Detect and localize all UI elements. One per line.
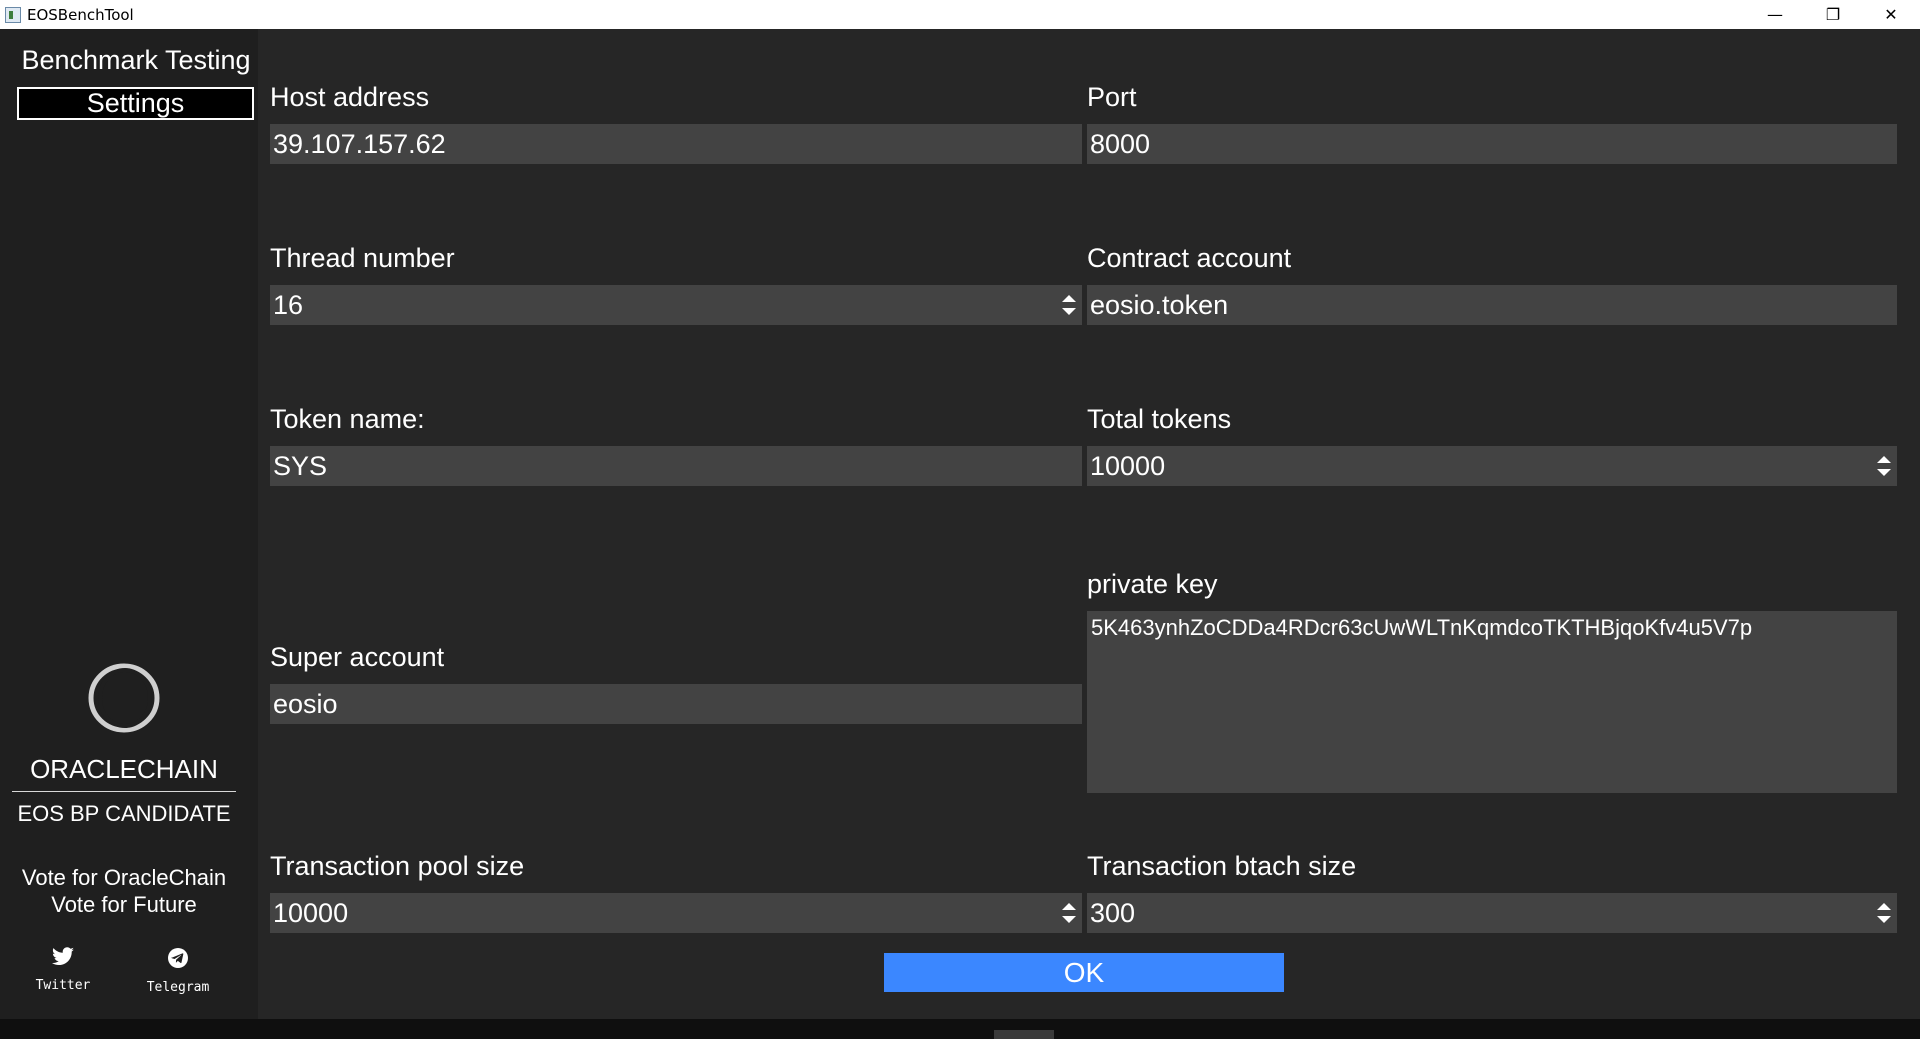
- port-input[interactable]: 8000: [1087, 124, 1897, 164]
- twitter-link[interactable]: Twitter: [18, 947, 108, 993]
- nav-benchmark-testing[interactable]: Benchmark Testing: [18, 45, 254, 75]
- private-key-label: private key: [1087, 569, 1218, 599]
- twitter-label: Twitter: [35, 978, 91, 993]
- contract-account-input[interactable]: eosio.token: [1087, 285, 1897, 325]
- transaction-pool-size-value: 10000: [273, 898, 349, 928]
- total-tokens-value: 10000: [1090, 451, 1166, 481]
- brand-name: ORACLECHAIN: [30, 754, 218, 784]
- transaction-batch-size-stepper[interactable]: [1871, 893, 1897, 933]
- vote-slogan-1: Vote for OracleChain: [21, 865, 227, 890]
- thread-number-stepper[interactable]: [1056, 285, 1082, 325]
- spin-down-icon[interactable]: [1062, 916, 1076, 923]
- vote-slogan-2: Vote for Future: [51, 892, 197, 917]
- private-key-textarea[interactable]: 5K463ynhZoCDDa4RDcr63cUwWLTnKqmdcoTKTHBj…: [1087, 611, 1897, 793]
- transaction-pool-size-spinbox[interactable]: 10000: [270, 893, 1082, 933]
- contract-account-label: Contract account: [1087, 243, 1292, 273]
- spin-down-icon[interactable]: [1062, 308, 1076, 315]
- close-button[interactable]: ✕: [1862, 0, 1920, 29]
- thread-number-spinbox[interactable]: 16: [270, 285, 1082, 325]
- transaction-batch-size-spinbox[interactable]: 300: [1087, 893, 1897, 933]
- sidebar: Benchmark Testing Settings ORACLECHAIN E…: [0, 29, 258, 1019]
- settings-panel: Host address 39.107.157.62 Port 8000 Thr…: [258, 29, 1920, 1019]
- brand-subtitle: EOS BP CANDIDATE: [17, 801, 231, 826]
- window-controls: — ❐ ✕: [1746, 0, 1920, 29]
- token-name-label: Token name:: [270, 404, 425, 434]
- super-account-label: Super account: [270, 642, 445, 672]
- taskbar-tab: [994, 1030, 1054, 1039]
- total-tokens-label: Total tokens: [1087, 404, 1232, 434]
- nav-settings[interactable]: Settings: [17, 87, 254, 120]
- transaction-pool-size-label: Transaction pool size: [270, 851, 525, 881]
- spin-up-icon[interactable]: [1062, 295, 1076, 302]
- total-tokens-stepper[interactable]: [1871, 446, 1897, 486]
- total-tokens-spinbox[interactable]: 10000: [1087, 446, 1897, 486]
- telegram-icon: [168, 948, 188, 968]
- title-bar: EOSBenchTool — ❐ ✕: [0, 0, 1920, 29]
- thread-number-value: 16: [273, 290, 304, 320]
- transaction-batch-size-label: Transaction btach size: [1087, 851, 1357, 881]
- telegram-link[interactable]: Telegram: [133, 947, 223, 995]
- restore-button[interactable]: ❐: [1804, 0, 1862, 29]
- spin-down-icon[interactable]: [1877, 469, 1891, 476]
- app-icon: [5, 6, 21, 23]
- transaction-batch-size-value: 300: [1090, 898, 1136, 928]
- super-account-input[interactable]: eosio: [270, 684, 1082, 724]
- brand-divider: [12, 791, 236, 792]
- transaction-pool-size-stepper[interactable]: [1056, 893, 1082, 933]
- twitter-icon: [52, 947, 74, 965]
- ok-button[interactable]: OK: [884, 953, 1284, 992]
- telegram-label: Telegram: [146, 980, 210, 995]
- oraclechain-logo-icon: [88, 663, 160, 733]
- spin-up-icon[interactable]: [1877, 456, 1891, 463]
- spin-up-icon[interactable]: [1062, 903, 1076, 910]
- host-address-input[interactable]: 39.107.157.62: [270, 124, 1082, 164]
- token-name-input[interactable]: SYS: [270, 446, 1082, 486]
- thread-number-label: Thread number: [270, 243, 455, 273]
- port-label: Port: [1087, 82, 1137, 112]
- window-title: EOSBenchTool: [27, 5, 134, 24]
- bottom-strip: [0, 1019, 1920, 1039]
- spin-down-icon[interactable]: [1877, 916, 1891, 923]
- minimize-button[interactable]: —: [1746, 0, 1804, 29]
- spin-up-icon[interactable]: [1877, 903, 1891, 910]
- host-address-label: Host address: [270, 82, 430, 112]
